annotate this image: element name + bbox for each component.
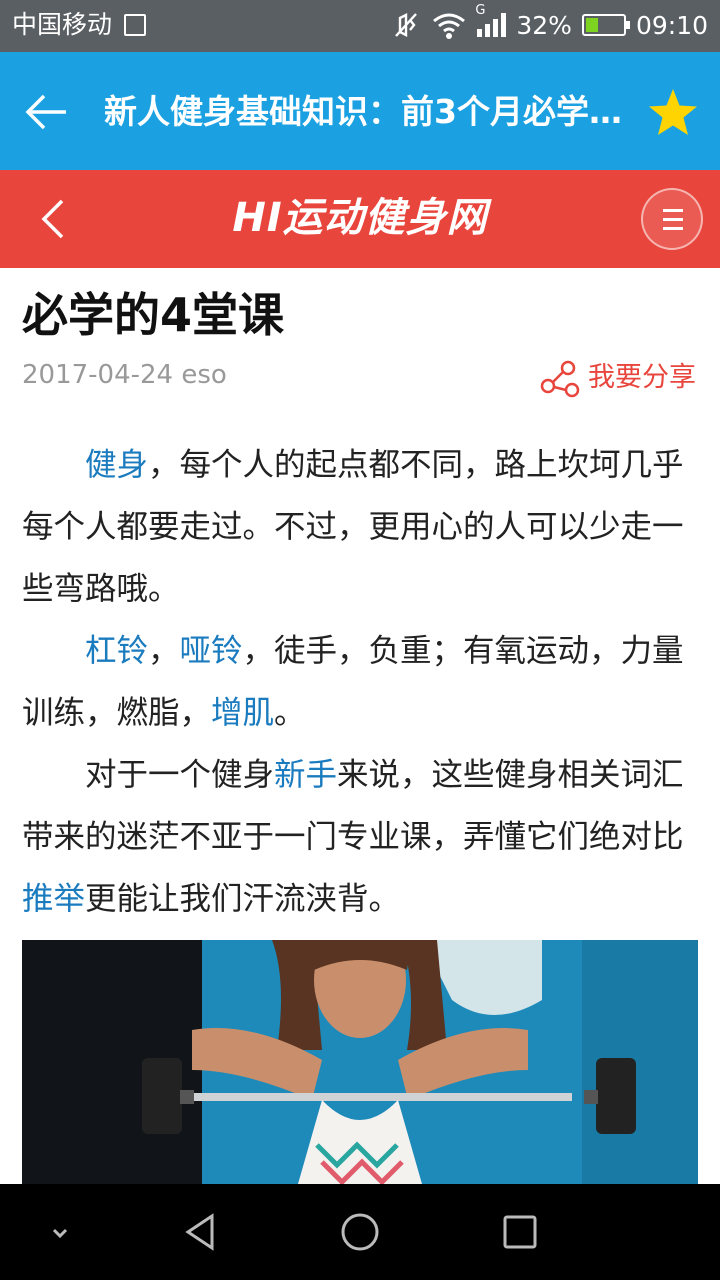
page-title: 新人健身基础知识：前3个月必学的4堂课 — [104, 92, 624, 131]
app-bar: 新人健身基础知识：前3个月必学的4堂课 — [0, 52, 720, 170]
status-bar: 中国移动 G 32% 09:10 — [0, 0, 720, 52]
keyword-link[interactable]: 增肌 — [211, 695, 274, 731]
article-paragraph: 杠铃，哑铃，徒手，负重；有氧运动，力量训练，燃脂，增肌。 — [22, 620, 698, 744]
share-label: 我要分享 — [588, 362, 696, 393]
share-icon — [540, 360, 580, 398]
star-icon[interactable] — [646, 86, 700, 140]
battery-level — [585, 18, 598, 32]
paragraph-text: 。 — [274, 695, 306, 731]
paragraph-text: 对于一个健身 — [85, 757, 275, 793]
back-triangle-icon[interactable] — [176, 1208, 224, 1256]
menu-icon[interactable] — [641, 188, 703, 250]
cell-signal: G — [475, 3, 507, 37]
chevron-down-icon[interactable] — [36, 1208, 84, 1256]
article-image — [22, 940, 698, 1184]
battery-percent: 32% — [516, 10, 572, 40]
keyword-link[interactable]: 新手 — [274, 757, 337, 793]
article-title: 必学的4堂课 — [22, 288, 285, 342]
article-paragraph: 健身，每个人的起点都不同，路上坎坷几乎每个人都要走过。不过，更用心的人可以少走一… — [22, 434, 698, 620]
vibrate-off-icon — [395, 13, 418, 37]
keyword-link[interactable]: 健身 — [85, 447, 148, 483]
site-header: HI运动健身网 — [0, 170, 720, 268]
paragraph-text: 更能让我们汗流浃背。 — [85, 881, 401, 917]
battery-icon — [581, 14, 630, 36]
keyword-link[interactable]: 推举 — [22, 881, 85, 917]
clock: 09:10 — [635, 10, 708, 40]
wifi-icon — [433, 13, 466, 39]
article-paragraph: 对于一个健身新手来说，这些健身相关词汇带来的迷茫不亚于一门专业课，弄懂它们绝对比… — [22, 744, 698, 930]
article-meta: 2017-04-24 eso — [22, 360, 227, 390]
recents-square-icon[interactable] — [496, 1208, 544, 1256]
chevron-left-icon[interactable] — [36, 197, 68, 241]
share-button[interactable]: 我要分享 — [538, 356, 696, 400]
carrier-name: 中国移动 — [12, 10, 113, 39]
home-circle-icon[interactable] — [336, 1208, 384, 1256]
network-type-label: G — [475, 3, 486, 18]
keyword-link[interactable]: 杠铃 — [85, 633, 148, 669]
arrow-left-icon[interactable] — [22, 88, 70, 136]
keyword-link[interactable]: 哑铃 — [180, 633, 243, 669]
image-notification-icon — [124, 14, 146, 36]
status-icons: G 32% 09:10 — [391, 3, 708, 41]
site-logo[interactable]: HI运动健身网 — [200, 192, 520, 244]
paragraph-text: ， — [148, 633, 180, 669]
system-nav-bar — [0, 1184, 720, 1280]
